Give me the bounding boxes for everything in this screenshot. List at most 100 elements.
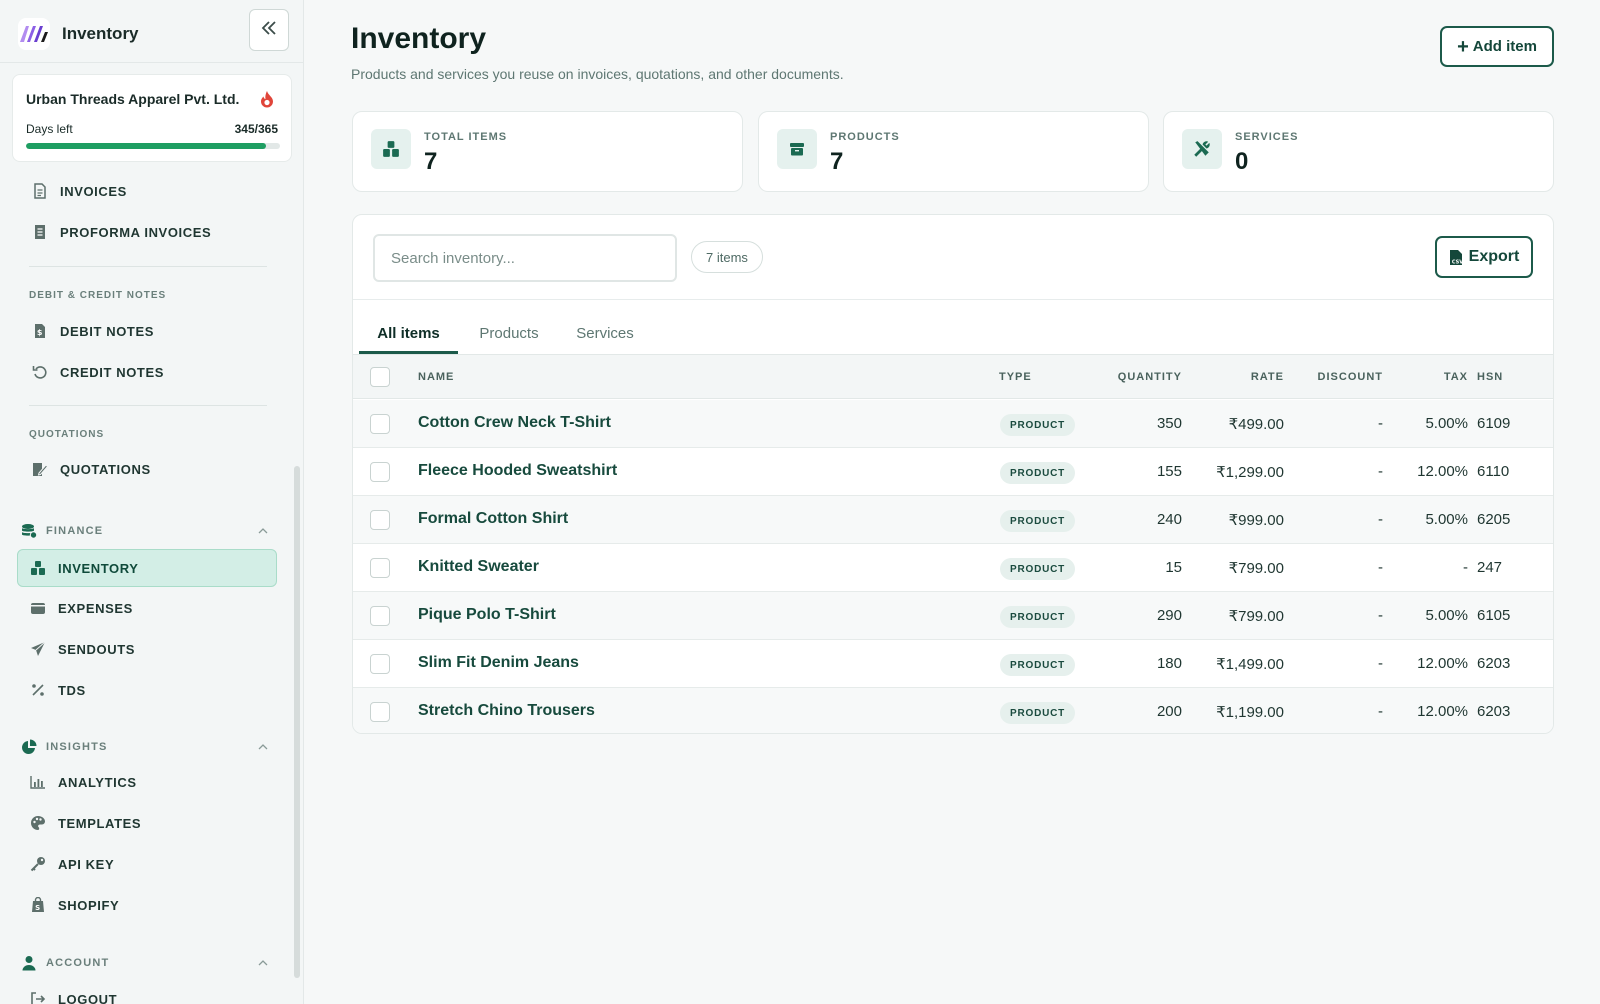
sidebar-item-label: TEMPLATES	[58, 815, 142, 831]
discount-cell: -	[1378, 511, 1383, 528]
section-insights[interactable]: INSIGHTS	[20, 736, 272, 758]
tax-cell: 12.00%	[1417, 463, 1468, 480]
sidebar-item-invoices[interactable]: INVOICES	[18, 172, 278, 210]
days-progress-bar	[26, 143, 280, 149]
row-checkbox[interactable]	[370, 654, 390, 674]
item-name-link[interactable]: Formal Cotton Shirt	[418, 510, 568, 528]
item-name-link[interactable]: Fleece Hooded Sweatshirt	[418, 462, 617, 480]
select-all-checkbox[interactable]	[370, 367, 390, 387]
sidebar-item-logout[interactable]: LOGOUT	[18, 980, 278, 1004]
stat-label: TOTAL ITEMS	[424, 131, 508, 143]
item-name-link[interactable]: Knitted Sweater	[418, 558, 539, 576]
sidebar-item-templates[interactable]: TEMPLATES	[18, 804, 278, 842]
hsn-cell: 6105	[1477, 607, 1511, 624]
column-header-discount[interactable]: DISCOUNT	[1318, 371, 1383, 383]
percent-icon	[28, 683, 48, 697]
search-input[interactable]	[373, 234, 677, 282]
sidebar-item-label: DEBIT NOTES	[60, 323, 154, 339]
box-icon	[777, 129, 817, 169]
stat-value: 0	[1235, 148, 1249, 175]
organization-card[interactable]: Urban Threads Apparel Pvt. Ltd. Days lef…	[12, 74, 292, 162]
hsn-cell: 6203	[1477, 655, 1511, 672]
hsn-cell: 6203	[1477, 703, 1511, 720]
table-row[interactable]: Pique Polo T-Shirt PRODUCT 290 ₹799.00 - 5.00…	[353, 592, 1553, 640]
column-header-quantity[interactable]: QUANTITY	[1118, 371, 1182, 383]
days-progress-fill	[26, 143, 267, 149]
sidebar-item-shopify[interactable]: S SHOPIFY	[18, 886, 278, 924]
table-row[interactable]: Fleece Hooded Sweatshirt PRODUCT 155 ₹1,299…	[353, 448, 1553, 496]
sidebar-item-proforma-invoices[interactable]: PROFORMA INVOICES	[18, 213, 278, 251]
fire-icon	[259, 90, 275, 113]
table-row[interactable]: Slim Fit Denim Jeans PRODUCT 180 ₹1,499.00 -…	[353, 640, 1553, 688]
column-header-tax[interactable]: TAX	[1444, 371, 1468, 383]
rate-cell: ₹1,299.00	[1216, 464, 1284, 481]
sidebar-item-api-key[interactable]: API KEY	[18, 845, 278, 883]
sidebar-item-label: API KEY	[58, 856, 115, 872]
quantity-cell: 240	[1156, 511, 1182, 528]
row-checkbox[interactable]	[370, 414, 390, 434]
tab-products[interactable]: Products	[465, 313, 553, 353]
add-item-label: Add item	[1472, 38, 1537, 55]
coins-icon	[20, 523, 38, 539]
item-name-link[interactable]: Cotton Crew Neck T-Shirt	[418, 414, 611, 432]
rate-cell: ₹999.00	[1228, 512, 1284, 529]
svg-text:S: S	[35, 904, 41, 912]
tax-cell: -	[1463, 559, 1468, 576]
plus-icon: +	[1457, 35, 1469, 58]
inventory-panel: 7 items CSV Export All items Products Se…	[352, 214, 1554, 734]
days-left-count: 345/365	[234, 122, 278, 136]
document-money-icon: $	[30, 323, 50, 339]
stat-card-services: SERVICES 0	[1163, 111, 1554, 192]
sidebar-item-tds[interactable]: TDS	[18, 671, 278, 709]
group-label-debit-credit: DEBIT & CREDIT NOTES	[29, 290, 167, 301]
column-header-hsn[interactable]: HSN	[1477, 371, 1503, 383]
sidebar-item-sendouts[interactable]: SENDOUTS	[18, 630, 278, 668]
sidebar-item-expenses[interactable]: EXPENSES	[18, 589, 278, 627]
table-row[interactable]: Formal Cotton Shirt PRODUCT 240 ₹999.00 - 5.0…	[353, 496, 1553, 544]
sidebar-item-label: ANALYTICS	[58, 774, 137, 790]
add-item-button[interactable]: + Add item	[1440, 26, 1554, 67]
table-row[interactable]: Cotton Crew Neck T-Shirt PRODUCT 350 ₹499.0…	[353, 400, 1553, 448]
export-button[interactable]: CSV Export	[1435, 236, 1533, 278]
sidebar-item-debit-notes[interactable]: $ DEBIT NOTES	[18, 312, 278, 350]
sidebar-scrollbar[interactable]	[294, 466, 300, 978]
tab-all-items[interactable]: All items	[359, 313, 458, 353]
section-finance[interactable]: FINANCE	[20, 520, 272, 542]
sidebar-item-inventory[interactable]: INVENTORY	[17, 549, 277, 587]
row-checkbox[interactable]	[370, 606, 390, 626]
quantity-cell: 180	[1156, 655, 1182, 672]
row-checkbox[interactable]	[370, 462, 390, 482]
stat-value: 7	[830, 148, 844, 175]
discount-cell: -	[1378, 655, 1383, 672]
sidebar-item-label: SENDOUTS	[58, 641, 136, 657]
table-row[interactable]: Stretch Chino Trousers PRODUCT 200 ₹1,199.0…	[353, 688, 1553, 733]
rate-cell: ₹799.00	[1228, 608, 1284, 625]
tax-cell: 5.00%	[1425, 415, 1468, 432]
sidebar-item-quotations[interactable]: QUOTATIONS	[18, 450, 278, 488]
collapse-sidebar-button[interactable]	[249, 9, 289, 51]
item-name-link[interactable]: Stretch Chino Trousers	[418, 702, 595, 720]
pie-chart-icon	[20, 739, 38, 755]
tax-cell: 5.00%	[1425, 607, 1468, 624]
type-badge: PRODUCT	[1000, 702, 1076, 724]
sidebar-item-label: EXPENSES	[58, 600, 133, 616]
stat-label: SERVICES	[1235, 131, 1299, 143]
column-header-name[interactable]: NAME	[418, 371, 454, 383]
sidebar-item-analytics[interactable]: ANALYTICS	[18, 763, 278, 801]
document-edit-icon	[30, 461, 50, 477]
tab-services[interactable]: Services	[563, 313, 647, 353]
column-header-rate[interactable]: RATE	[1251, 371, 1284, 383]
quantity-cell: 15	[1165, 559, 1182, 576]
row-checkbox[interactable]	[370, 558, 390, 578]
item-name-link[interactable]: Slim Fit Denim Jeans	[418, 654, 579, 672]
item-name-link[interactable]: Pique Polo T-Shirt	[418, 606, 556, 624]
table-row[interactable]: Knitted Sweater PRODUCT 15 ₹799.00- -247	[353, 544, 1553, 592]
row-checkbox[interactable]	[370, 702, 390, 722]
section-account[interactable]: ACCOUNT	[20, 952, 272, 974]
user-icon	[20, 955, 38, 971]
row-checkbox[interactable]	[370, 510, 390, 530]
section-label: FINANCE	[46, 525, 104, 537]
sidebar-item-credit-notes[interactable]: CREDIT NOTES	[18, 353, 278, 391]
bar-chart-icon	[28, 775, 48, 789]
column-header-type[interactable]: TYPE	[999, 371, 1032, 383]
